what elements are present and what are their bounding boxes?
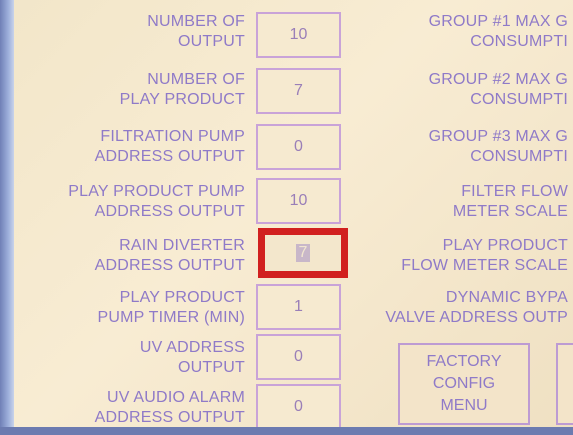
offscreen-menu-button[interactable]	[556, 343, 573, 425]
play-product-pump-timer-field[interactable]: 1	[256, 284, 341, 330]
factory-button-line2: CONFIG	[432, 375, 496, 392]
label-play-product-flow-meter-scale: PLAY PRODUCT FLOW METER SCALE	[401, 237, 568, 274]
filtration-pump-address-output-field[interactable]: 0	[256, 124, 341, 170]
touchscreen-panel: NUMBER OF OUTPUT NUMBER OF PLAY PRODUCT FI…	[0, 0, 573, 435]
label-uv-address-output: UV ADDRESS OUTPUT	[139, 339, 245, 376]
rain-diverter-address-output-field[interactable]: 7	[258, 228, 348, 278]
number-of-output-field[interactable]: 10	[256, 12, 341, 58]
label-play-product-pump-timer: PLAY PRODUCT PUMP TIMER (MIN)	[97, 289, 245, 326]
label-filter-flow-meter-scale: FILTER FLOW METER SCALE	[452, 183, 568, 220]
label-play-product-pump-address-output: PLAY PRODUCT PUMP ADDRESS OUTPUT	[68, 183, 245, 220]
factory-button-line3: MENU	[440, 397, 488, 414]
monitor-bezel-bottom	[0, 427, 573, 435]
label-filtration-pump-address-output: FILTRATION PUMP ADDRESS OUTPUT	[94, 128, 245, 165]
label-dynamic-bypass-valve-address-output: DYNAMIC BYPA VALVE ADDRESS OUTP	[385, 289, 568, 326]
label-group-3-max-consumption: GROUP #3 MAX G CONSUMPTI	[428, 128, 568, 165]
label-group-2-max-consumption: GROUP #2 MAX G CONSUMPTI	[428, 71, 568, 108]
label-uv-audio-alarm-address-output: UV AUDIO ALARM ADDRESS OUTPUT	[94, 389, 245, 426]
uv-address-output-field[interactable]: 0	[256, 334, 341, 380]
label-rain-diverter-address-output: RAIN DIVERTER ADDRESS OUTPUT	[94, 237, 245, 274]
factory-button-line1: FACTORY	[426, 353, 502, 370]
label-group-1-max-consumption: GROUP #1 MAX G CONSUMPTI	[428, 13, 568, 50]
play-product-pump-address-output-field[interactable]: 10	[256, 178, 341, 224]
uv-audio-alarm-address-output-field[interactable]: 0	[256, 384, 341, 430]
number-of-play-product-field[interactable]: 7	[256, 68, 341, 114]
label-number-of-output: NUMBER OF OUTPUT	[147, 13, 245, 50]
monitor-bezel-left	[0, 0, 14, 435]
factory-config-menu-button[interactable]: FACTORY CONFIG MENU	[398, 343, 530, 425]
label-number-of-play-product: NUMBER OF PLAY PRODUCT	[119, 71, 245, 108]
